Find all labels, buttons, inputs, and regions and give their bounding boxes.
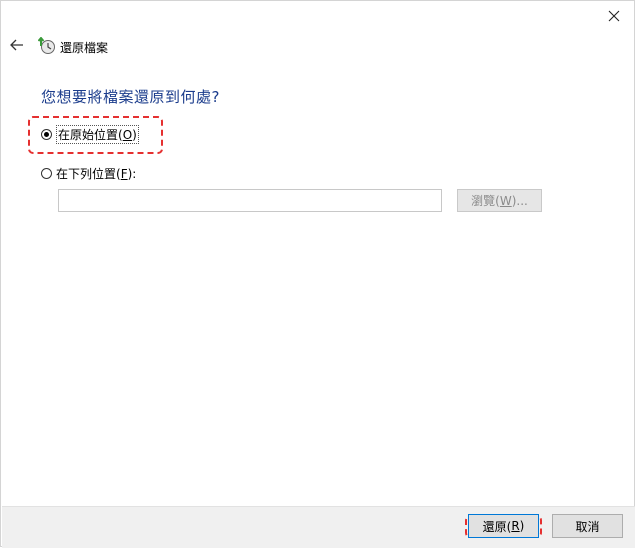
back-button[interactable] (7, 35, 27, 55)
restore-files-dialog: 還原檔案 您想要將檔案還原到何處? 在原始位置(O) 在下列位置(F): 瀏覽(… (0, 0, 635, 548)
radio-button[interactable] (41, 168, 52, 179)
file-history-icon (38, 37, 55, 54)
close-button[interactable] (600, 3, 628, 29)
location-path-input[interactable] (58, 189, 442, 212)
browse-button[interactable]: 瀏覽(W)... (457, 189, 542, 212)
page-heading: 您想要將檔案還原到何處? (41, 88, 220, 106)
radio-specific-location[interactable]: 在下列位置(F): (41, 165, 136, 182)
radio-button[interactable] (41, 129, 52, 140)
radio-label: 在下列位置(F): (56, 167, 137, 181)
window-title: 還原檔案 (60, 41, 109, 55)
close-icon (608, 10, 620, 22)
radio-label: 在原始位置(O) (56, 125, 139, 144)
cancel-button[interactable]: 取消 (552, 514, 623, 538)
radio-original-location[interactable]: 在原始位置(O) (41, 125, 139, 144)
back-arrow-icon (10, 39, 23, 51)
restore-button[interactable]: 還原(R) (468, 514, 539, 538)
